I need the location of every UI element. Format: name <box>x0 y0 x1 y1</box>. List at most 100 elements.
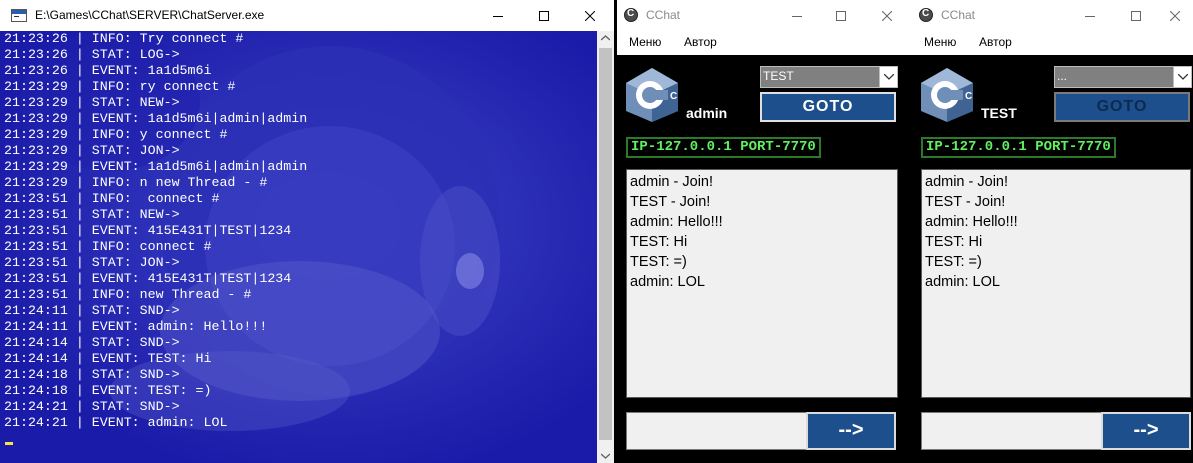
username-label: TEST <box>981 105 1017 121</box>
message-input[interactable] <box>921 412 1103 450</box>
console-line: 21:24:14 | EVENT: TEST: Hi <box>4 351 212 366</box>
console-line: 21:23:29 | STAT: JON-> <box>4 143 180 158</box>
scroll-thumb[interactable] <box>599 48 612 440</box>
maximize-button[interactable] <box>818 0 864 31</box>
minimize-button[interactable] <box>774 0 820 31</box>
console-line: 21:23:51 | STAT: NEW-> <box>4 207 180 222</box>
chevron-down-icon <box>1178 74 1188 80</box>
user-select-value: TEST <box>763 69 794 83</box>
minimize-icon <box>792 16 802 18</box>
chat-title: CChat <box>941 8 976 22</box>
console-line: 21:23:29 | EVENT: 1a1d5m6i|admin|admin <box>4 159 308 174</box>
console-output[interactable]: 21:23:26 | INFO: Try connect #21:23:26 |… <box>0 31 597 463</box>
user-select-value: ... <box>1057 69 1068 83</box>
chat-message: TEST: =) <box>630 254 687 270</box>
chat-message: admin: Hello!!! <box>925 214 1018 230</box>
chat-message: TEST: Hi <box>630 234 688 250</box>
console-line: 21:23:29 | STAT: NEW-> <box>4 95 180 110</box>
close-icon <box>1170 11 1180 22</box>
chat-message: admin: LOL <box>925 274 1000 290</box>
chat-titlebar[interactable]: CChat <box>617 0 912 31</box>
console-line: 21:24:21 | EVENT: admin: LOL <box>4 415 228 430</box>
chat-message: TEST - Join! <box>630 194 711 210</box>
console-line: 21:24:18 | STAT: SND-> <box>4 367 180 382</box>
console-line: 21:23:51 | INFO: connect # <box>4 191 220 206</box>
minimize-icon <box>1085 16 1095 18</box>
console-log: 21:23:26 | INFO: Try connect #21:23:26 |… <box>4 31 307 431</box>
console-app-icon <box>11 9 27 22</box>
close-button[interactable] <box>567 0 613 31</box>
console-line: 21:23:29 | INFO: ry connect # <box>4 79 236 94</box>
user-select[interactable]: ... <box>1054 66 1192 88</box>
close-button[interactable] <box>1152 0 1193 31</box>
console-line: 21:24:18 | EVENT: TEST: =) <box>4 383 212 398</box>
maximize-icon <box>1131 11 1141 22</box>
console-line: 21:23:26 | EVENT: 1a1d5m6i <box>4 63 212 78</box>
console-line: 21:24:11 | EVENT: admin: Hello!!! <box>4 319 268 334</box>
maximize-icon <box>836 11 846 22</box>
console-line: 21:23:29 | INFO: n new Thread - # <box>4 175 268 190</box>
svg-text:C: C <box>670 91 677 102</box>
chat-titlebar[interactable]: CChat <box>912 0 1193 31</box>
chat-message: admin: LOL <box>630 274 705 290</box>
console-scrollbar[interactable] <box>597 31 614 463</box>
console-line: 21:23:51 | INFO: connect # <box>4 239 212 254</box>
cchat-logo-icon: C <box>626 68 678 122</box>
console-line: 21:23:51 | EVENT: 415E431T|TEST|1234 <box>4 271 292 286</box>
goto-button[interactable]: GOTO <box>1054 92 1190 122</box>
console-cursor <box>5 442 13 445</box>
console-line: 21:23:51 | INFO: new Thread - # <box>4 287 252 302</box>
minimize-button[interactable] <box>1067 0 1113 31</box>
message-input[interactable] <box>626 412 808 450</box>
chat-log[interactable]: admin - Join! TEST - Join! admin: Hello!!!… <box>626 169 898 398</box>
console-line: 21:23:51 | STAT: JON-> <box>4 255 180 270</box>
chat-title: CChat <box>646 8 681 22</box>
goto-button[interactable]: GOTO <box>760 92 896 122</box>
console-titlebar[interactable]: E:\Games\CChat\SERVER\ChatServer.exe <box>0 0 614 31</box>
send-button[interactable]: --> <box>806 412 896 450</box>
chat-window-admin: CChat Меню Автор C admin TEST GOTO IP-12… <box>617 0 912 463</box>
server-address-label: IP-127.0.0.1 PORT-7770 <box>626 137 821 158</box>
send-button[interactable]: --> <box>1101 412 1191 450</box>
maximize-icon <box>539 11 549 22</box>
server-address-label: IP-127.0.0.1 PORT-7770 <box>921 137 1116 158</box>
maximize-button[interactable] <box>521 0 567 31</box>
console-line: 21:23:26 | INFO: Try connect # <box>4 31 244 46</box>
scroll-down-icon[interactable] <box>601 453 610 459</box>
dropdown-button[interactable] <box>879 67 897 87</box>
menu-item-author[interactable]: Автор <box>684 35 717 49</box>
minimize-button[interactable] <box>475 0 521 31</box>
chat-message: admin - Join! <box>630 174 714 190</box>
cchat-app-icon <box>919 8 933 22</box>
menu-bar: Меню Автор <box>617 31 912 55</box>
cchat-app-icon <box>624 8 638 22</box>
chat-window-test: CChat Меню Автор C TEST ... GOTO IP-127.… <box>912 0 1193 463</box>
chevron-down-icon <box>884 74 894 80</box>
chat-log[interactable]: admin - Join! TEST - Join! admin: Hello!!!… <box>921 169 1191 398</box>
dropdown-button[interactable] <box>1173 67 1191 87</box>
username-label: admin <box>686 105 728 121</box>
menu-item-author[interactable]: Автор <box>979 35 1012 49</box>
chat-message: admin: Hello!!! <box>630 214 723 230</box>
console-line: 21:24:11 | STAT: SND-> <box>4 303 180 318</box>
cchat-logo-icon: C <box>921 68 973 122</box>
user-select[interactable]: TEST <box>760 66 898 88</box>
scroll-up-icon[interactable] <box>601 35 610 41</box>
minimize-icon <box>493 16 503 18</box>
console-line: 21:24:14 | STAT: SND-> <box>4 335 180 350</box>
console-line: 21:23:29 | EVENT: 1a1d5m6i|admin|admin <box>4 111 308 126</box>
chat-messages: admin - Join! TEST - Join! admin: Hello!!!… <box>627 170 897 292</box>
console-line: 21:23:26 | STAT: LOG-> <box>4 47 180 62</box>
chat-message: TEST - Join! <box>925 194 1006 210</box>
chat-message: admin - Join! <box>925 174 1009 190</box>
svg-text:C: C <box>965 91 972 102</box>
menu-item-menu[interactable]: Меню <box>924 35 956 49</box>
close-button[interactable] <box>864 0 910 31</box>
menu-item-menu[interactable]: Меню <box>629 35 661 49</box>
menu-bar: Меню Автор <box>912 31 1193 55</box>
console-title: E:\Games\CChat\SERVER\ChatServer.exe <box>35 8 265 22</box>
chat-message: TEST: Hi <box>925 234 983 250</box>
console-line: 21:24:21 | STAT: SND-> <box>4 399 180 414</box>
console-window: E:\Games\CChat\SERVER\ChatServer.exe 21:… <box>0 0 614 463</box>
console-line: 21:23:51 | EVENT: 415E431T|TEST|1234 <box>4 223 292 238</box>
